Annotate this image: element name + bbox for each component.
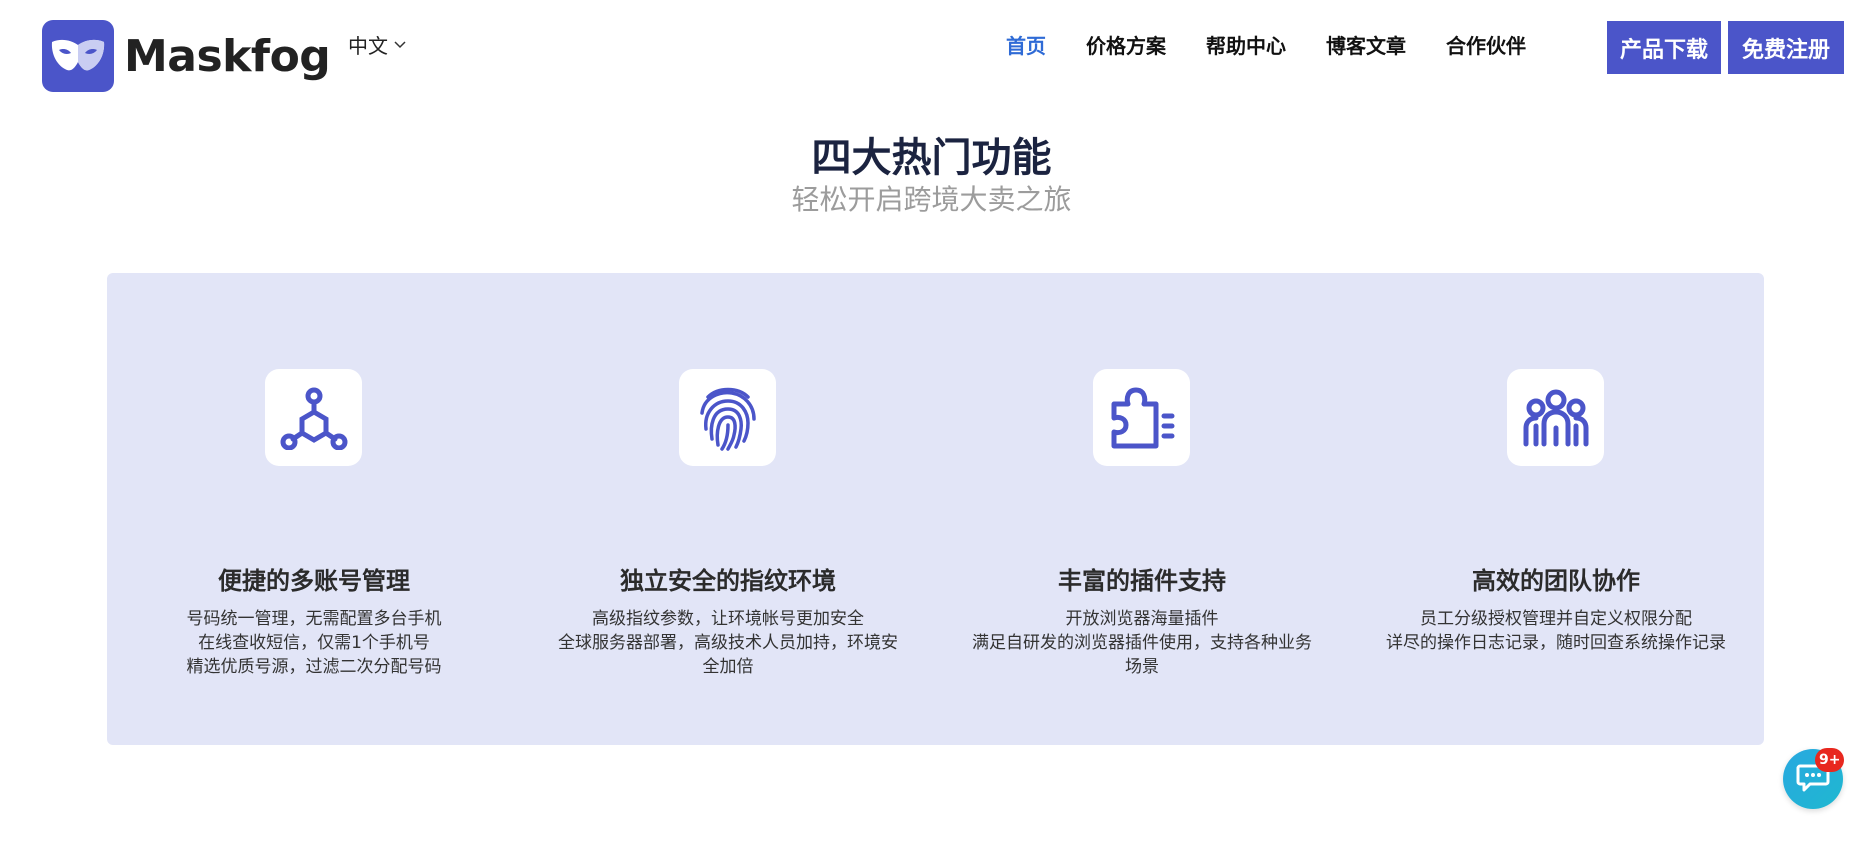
nav-pricing[interactable]: 价格方案: [1086, 30, 1166, 59]
mask-logo-icon: [42, 20, 114, 92]
feature-line: 在线查收短信，仅需1个手机号: [198, 633, 430, 653]
feature-line: 号码统一管理，无需配置多台手机: [186, 609, 442, 629]
register-button[interactable]: 免费注册: [1728, 21, 1844, 74]
brand-logo[interactable]: Maskfog: [42, 20, 331, 92]
feature-title: 便捷的多账号管理: [218, 567, 410, 595]
feature-title: 独立安全的指纹环境: [620, 567, 836, 595]
feature-card-plugins: 丰富的插件支持 开放浏览器海量插件 满足自研发的浏览器插件使用，支持各种业务场景: [935, 273, 1349, 745]
team-icon: [1507, 369, 1604, 466]
feature-card-multi-account: 便捷的多账号管理 号码统一管理，无需配置多台手机 在线查收短信，仅需1个手机号 …: [107, 273, 521, 745]
unread-badge: 9+: [1815, 748, 1845, 772]
feature-line: 开放浏览器海量插件: [1065, 609, 1219, 629]
feature-card-fingerprint: 独立安全的指纹环境 高级指纹参数，让环境帐号更加安全 全球服务器部署，高级技术人…: [521, 273, 935, 745]
language-label: 中文: [348, 34, 388, 58]
language-selector[interactable]: 中文: [348, 30, 406, 59]
feature-card-team: 高效的团队协作 员工分级授权管理并自定义权限分配 详尽的操作日志记录，随时回查系…: [1349, 273, 1763, 745]
feature-line: 高级指纹参数，让环境帐号更加安全: [592, 609, 864, 629]
feature-line: 员工分级授权管理并自定义权限分配: [1420, 609, 1692, 629]
feature-line: 满足自研发的浏览器插件使用，支持各种业务场景: [972, 633, 1312, 677]
chevron-down-icon: [394, 40, 406, 49]
feature-title: 丰富的插件支持: [1058, 567, 1226, 595]
nav-blog[interactable]: 博客文章: [1326, 30, 1406, 59]
section-subtitle: 轻松开启跨境大卖之旅: [791, 183, 1072, 216]
fingerprint-icon: [679, 369, 776, 466]
feature-description: 号码统一管理，无需配置多台手机 在线查收短信，仅需1个手机号 精选优质号源，过滤…: [129, 607, 499, 679]
puzzle-plugin-icon: [1093, 369, 1190, 466]
feature-line: 全球服务器部署，高级技术人员加持，环境安全加倍: [558, 633, 898, 677]
features-panel: 便捷的多账号管理 号码统一管理，无需配置多台手机 在线查收短信，仅需1个手机号 …: [107, 273, 1764, 745]
feature-description: 高级指纹参数，让环境帐号更加安全 全球服务器部署，高级技术人员加持，环境安全加倍: [551, 607, 905, 679]
section-title: 四大热门功能: [811, 135, 1052, 181]
feature-line: 精选优质号源，过滤二次分配号码: [186, 657, 442, 677]
nav-home[interactable]: 首页: [1006, 30, 1046, 59]
network-nodes-icon: [265, 369, 362, 466]
feature-title: 高效的团队协作: [1472, 567, 1640, 595]
feature-line: 详尽的操作日志记录，随时回查系统操作记录: [1386, 633, 1726, 653]
main-nav: 首页 价格方案 帮助中心 博客文章 合作伙伴: [1006, 30, 1566, 59]
feature-description: 员工分级授权管理并自定义权限分配 详尽的操作日志记录，随时回查系统操作记录: [1379, 607, 1733, 655]
nav-help-center[interactable]: 帮助中心: [1206, 30, 1286, 59]
site-header: Maskfog 中文 首页 价格方案 帮助中心 博客文章 合作伙伴 产品下载 免…: [0, 0, 1863, 100]
brand-name: Maskfog: [124, 30, 331, 82]
download-button[interactable]: 产品下载: [1607, 21, 1721, 74]
nav-partners[interactable]: 合作伙伴: [1446, 30, 1526, 59]
feature-description: 开放浏览器海量插件 满足自研发的浏览器插件使用，支持各种业务场景: [965, 607, 1319, 679]
